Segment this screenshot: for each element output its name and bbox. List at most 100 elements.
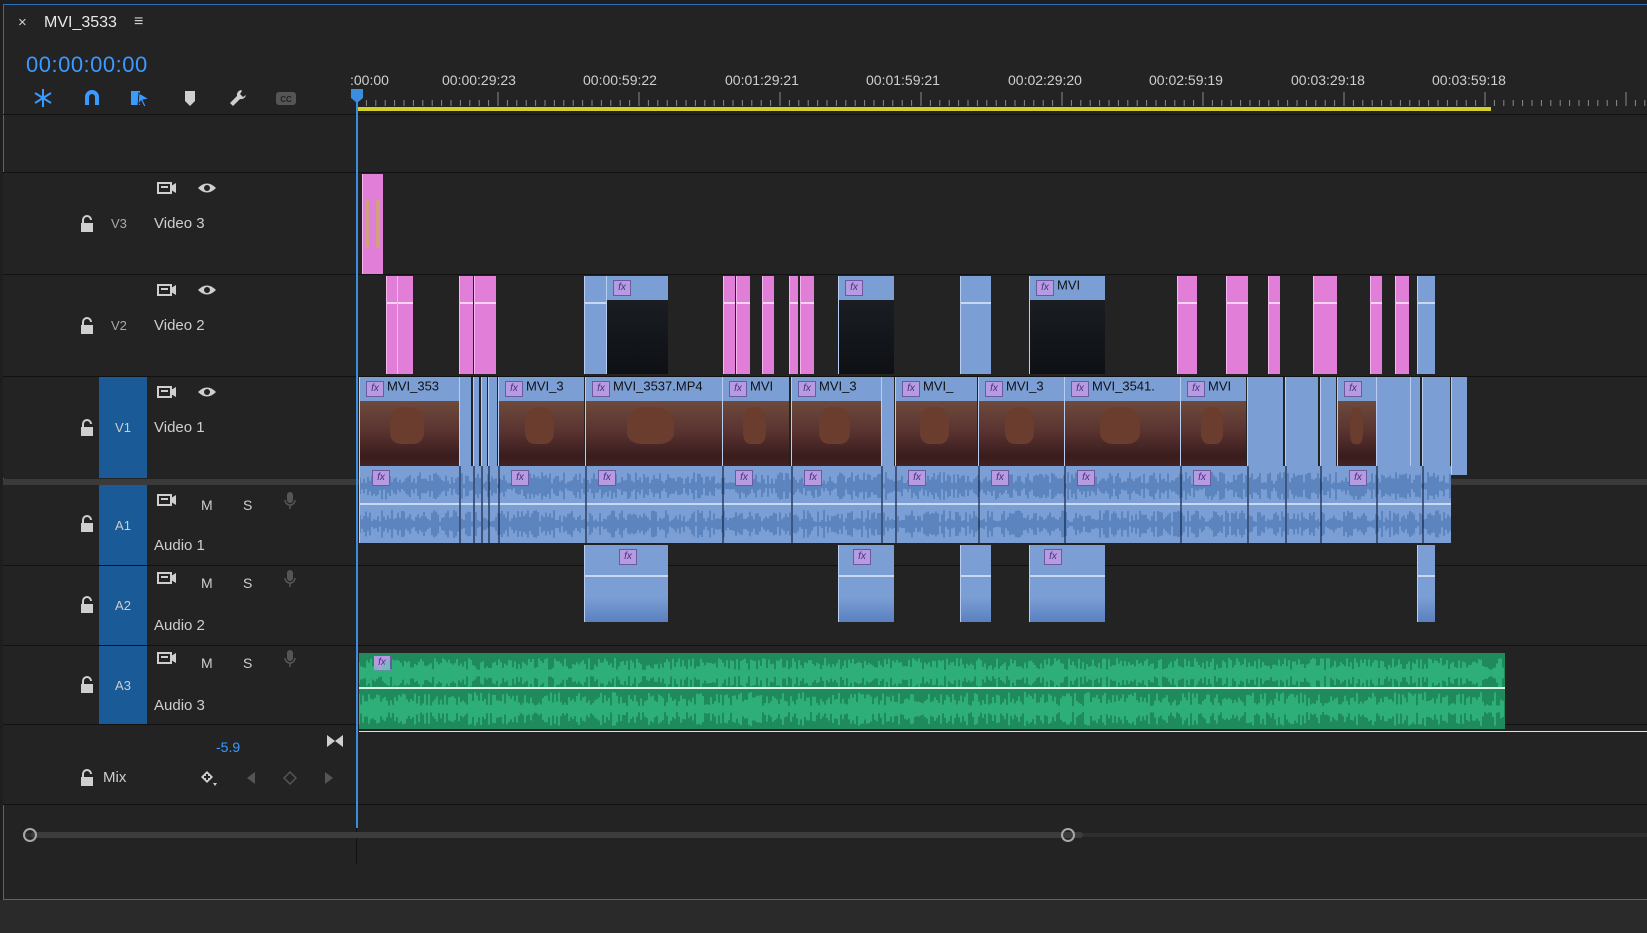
mix-volume-line[interactable]: [359, 731, 1647, 732]
video-clip[interactable]: [1422, 377, 1450, 475]
snap-magnet-icon[interactable]: [80, 86, 104, 110]
mute-button[interactable]: M: [201, 497, 213, 513]
mute-button[interactable]: M: [201, 575, 213, 591]
video-clip[interactable]: fx MVI_: [895, 377, 977, 475]
video-clip[interactable]: [1410, 377, 1420, 475]
next-keyframe-icon[interactable]: [323, 771, 335, 788]
video-clip[interactable]: fx MVI: [1180, 377, 1246, 475]
solo-button[interactable]: S: [243, 655, 252, 671]
video-clip[interactable]: fx MVI_3541.: [1064, 377, 1180, 475]
audio-clip[interactable]: [1417, 545, 1435, 622]
voiceover-mic-icon[interactable]: [283, 649, 297, 672]
mute-button[interactable]: M: [201, 655, 213, 671]
unlock-icon[interactable]: [79, 419, 95, 437]
keyframe-diamond-icon[interactable]: [282, 770, 298, 788]
video-clip[interactable]: [1320, 377, 1336, 475]
sync-lock-icon[interactable]: [157, 180, 177, 199]
pink-clip[interactable]: [1268, 276, 1280, 374]
pink-clip[interactable]: [800, 276, 814, 374]
video-clip[interactable]: fx MVI: [722, 377, 789, 475]
close-tab-icon[interactable]: ×: [18, 14, 27, 31]
linked-selection-icon[interactable]: [128, 86, 152, 110]
zoom-handle-right[interactable]: [1061, 828, 1075, 842]
pink-clip[interactable]: [1226, 276, 1248, 374]
video-clip[interactable]: [488, 377, 497, 475]
track-id[interactable]: V3: [111, 216, 127, 231]
music-clip[interactable]: fx: [359, 653, 1505, 729]
time-ruler[interactable]: :00:00 00:00:29:23 00:00:59:22 00:01:29:…: [350, 62, 1647, 114]
sync-lock-icon[interactable]: [157, 492, 177, 511]
add-keyframe-icon[interactable]: [199, 769, 219, 790]
source-patch-a1[interactable]: A1: [99, 485, 147, 565]
video-clip[interactable]: fx MVI_3: [791, 377, 881, 475]
panel-menu-icon[interactable]: ≡: [134, 13, 143, 31]
audio-clip[interactable]: fx fx fx fx fx fx fx fx fx fx: [359, 466, 1451, 543]
video-clip[interactable]: [481, 377, 487, 475]
sync-lock-icon[interactable]: [157, 384, 177, 403]
pink-clip[interactable]: [397, 276, 413, 374]
pink-clip[interactable]: [362, 174, 383, 274]
pink-clip[interactable]: [1177, 276, 1197, 374]
track-id[interactable]: V2: [111, 318, 127, 333]
unlock-icon[interactable]: [79, 769, 95, 787]
eye-visibility-icon[interactable]: [197, 283, 217, 300]
video-clip[interactable]: fx: [606, 276, 668, 374]
unlock-icon[interactable]: [79, 317, 95, 335]
source-patch-v1[interactable]: V1: [99, 377, 147, 478]
unlock-icon[interactable]: [79, 215, 95, 233]
audio-clip[interactable]: [960, 545, 991, 622]
video-clip[interactable]: fx MVI_3: [498, 377, 584, 475]
video-clip[interactable]: [1247, 377, 1283, 475]
video-clip[interactable]: [473, 377, 479, 475]
pink-clip[interactable]: [459, 276, 473, 374]
video-clip[interactable]: [584, 276, 606, 374]
solo-button[interactable]: S: [243, 575, 252, 591]
video-clip[interactable]: fx MVI_3537.MP4: [585, 377, 722, 475]
timeline-zoom-scrollbar[interactable]: [23, 828, 1647, 842]
video-clip[interactable]: [1417, 276, 1435, 374]
timeline-tracks[interactable]: fx fx fx MVI fx MVI_353 fx MVI_3 fx MVI_3537.MP4…: [357, 114, 1647, 864]
video-clip[interactable]: [1451, 377, 1467, 475]
captions-cc-icon[interactable]: CC: [274, 86, 298, 110]
solo-button[interactable]: S: [243, 497, 252, 513]
pink-clip[interactable]: [762, 276, 774, 374]
work-area-bar[interactable]: [357, 107, 1491, 111]
voiceover-mic-icon[interactable]: [283, 569, 297, 592]
prev-keyframe-icon[interactable]: [245, 771, 257, 788]
source-patch-a3[interactable]: A3: [99, 646, 147, 724]
pink-clip[interactable]: [1370, 276, 1382, 374]
video-clip[interactable]: fx: [838, 276, 894, 374]
sync-lock-icon[interactable]: [157, 282, 177, 301]
pink-clip[interactable]: [1313, 276, 1337, 374]
video-clip[interactable]: [1376, 377, 1410, 475]
pink-clip[interactable]: [1395, 276, 1409, 374]
sync-lock-icon[interactable]: [157, 650, 177, 669]
audio-clip[interactable]: fx: [1029, 545, 1105, 622]
video-clip[interactable]: fx MVI: [1029, 276, 1105, 374]
nest-toggle-icon[interactable]: [31, 86, 55, 110]
collapse-mix-icon[interactable]: [326, 733, 344, 752]
voiceover-mic-icon[interactable]: [283, 491, 297, 514]
pink-clip[interactable]: [736, 276, 750, 374]
unlock-icon[interactable]: [79, 676, 95, 694]
video-clip[interactable]: fx: [1337, 377, 1377, 475]
sequence-tab-title[interactable]: MVI_3533: [44, 14, 117, 32]
scrollbar-thumb[interactable]: [31, 832, 1083, 838]
pink-clip[interactable]: [723, 276, 735, 374]
video-clip[interactable]: fx MVI_353: [359, 377, 459, 475]
audio-clip[interactable]: fx: [584, 545, 668, 622]
video-clip[interactable]: [881, 377, 894, 475]
unlock-icon[interactable]: [79, 596, 95, 614]
playhead-timecode[interactable]: 00:00:00:00: [26, 52, 148, 78]
add-marker-icon[interactable]: [178, 86, 202, 110]
sync-lock-icon[interactable]: [157, 570, 177, 589]
pink-clip[interactable]: [789, 276, 798, 374]
unlock-icon[interactable]: [79, 515, 95, 533]
video-clip[interactable]: [960, 276, 991, 374]
video-clip[interactable]: fx MVI_3: [978, 377, 1064, 475]
mix-volume-value[interactable]: -5.9: [216, 739, 240, 755]
video-clip[interactable]: [1285, 377, 1318, 475]
pink-clip[interactable]: [474, 276, 496, 374]
timeline-settings-wrench-icon[interactable]: [226, 86, 250, 110]
eye-visibility-icon[interactable]: [197, 181, 217, 198]
